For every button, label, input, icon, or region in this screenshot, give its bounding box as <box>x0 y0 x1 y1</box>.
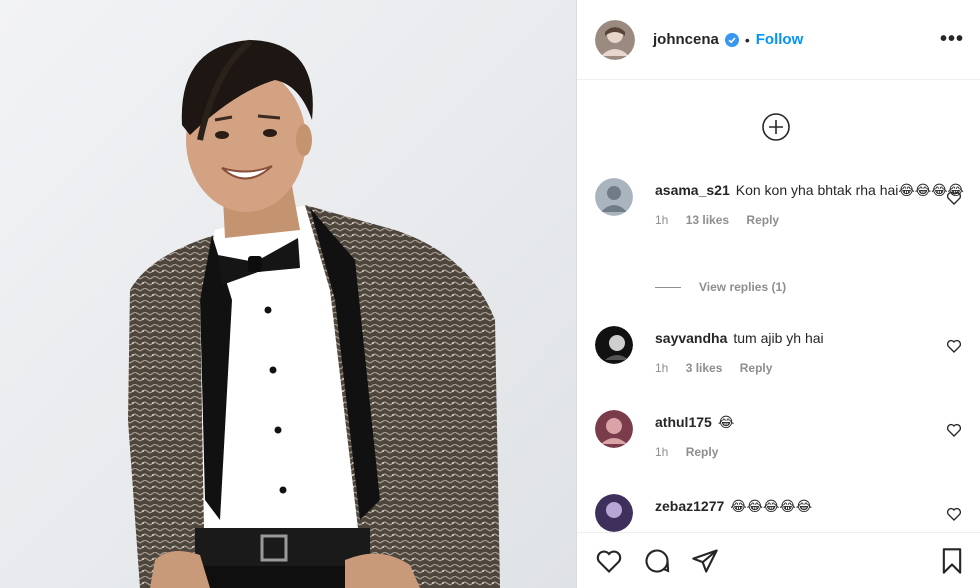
heart-icon[interactable] <box>946 190 962 206</box>
comment-text: Kon kon yha bhtak rha hai😂😂😂😂 <box>735 182 964 198</box>
follow-button[interactable]: Follow <box>756 31 804 48</box>
comments-panel: johncena • Follow ••• asama_s21 Kon kon y… <box>577 0 980 588</box>
comment-item: asama_s21 Kon kon yha bhtak rha hai😂😂😂😂 1… <box>595 178 964 232</box>
verified-badge-icon <box>724 32 739 47</box>
comment-meta: 1h 3 likes Reply <box>655 356 964 380</box>
share-icon[interactable] <box>691 547 719 575</box>
instagram-post: johncena • Follow ••• asama_s21 Kon kon y… <box>0 0 980 588</box>
comment-time[interactable]: 1h <box>655 445 668 459</box>
man-in-sequin-tuxedo-image <box>0 0 576 588</box>
separator-dot: • <box>744 31 750 48</box>
post-actions-bar <box>577 532 980 588</box>
comment-body: athul175 😂 1h Reply <box>655 410 964 464</box>
comment-time[interactable]: 1h <box>655 361 668 375</box>
view-replies-button[interactable]: View replies (1) <box>655 280 786 294</box>
view-replies-line <box>655 286 681 288</box>
comment-meta: 1h Reply <box>655 440 964 464</box>
comment-likes[interactable]: 3 likes <box>686 361 723 375</box>
comment-time[interactable]: 1h <box>655 213 668 227</box>
bookmark-icon[interactable] <box>938 547 966 575</box>
comment-item: zebaz1277 😂😂😂😂😂 <box>595 494 964 532</box>
author-avatar[interactable] <box>595 19 635 60</box>
comment-username[interactable]: asama_s21 <box>655 182 730 198</box>
more-options-button[interactable]: ••• <box>940 28 964 51</box>
comment-username[interactable]: athul175 <box>655 414 712 430</box>
author-username[interactable]: johncena <box>653 31 719 48</box>
comment-text: 😂 <box>717 414 735 430</box>
comment-body: zebaz1277 😂😂😂😂😂 <box>655 494 964 532</box>
plus-circle-icon[interactable] <box>761 112 791 142</box>
commenter-avatar[interactable] <box>595 178 633 216</box>
commenter-avatar[interactable] <box>595 410 633 448</box>
comment-item: athul175 😂 1h Reply <box>595 410 964 464</box>
comment-body: sayvandha tum ajib yh hai 1h 3 likes Repl… <box>655 326 964 380</box>
comment-username[interactable]: zebaz1277 <box>655 498 724 514</box>
reply-button[interactable]: Reply <box>740 361 773 375</box>
like-heart-icon[interactable] <box>595 547 623 575</box>
heart-icon[interactable] <box>946 506 962 522</box>
comment-text: tum ajib yh hai <box>733 330 824 346</box>
comment-icon[interactable] <box>643 547 671 575</box>
heart-icon[interactable] <box>946 422 962 438</box>
view-replies-label: View replies (1) <box>699 280 787 294</box>
comment-meta: 1h 13 likes Reply <box>655 208 964 232</box>
comment-text: 😂😂😂😂😂 <box>730 498 813 514</box>
comment-body: asama_s21 Kon kon yha bhtak rha hai😂😂😂😂 1… <box>655 178 964 232</box>
commenter-avatar[interactable] <box>595 326 633 364</box>
post-photo[interactable] <box>0 0 576 588</box>
reply-button[interactable]: Reply <box>746 213 779 227</box>
comment-item: sayvandha tum ajib yh hai 1h 3 likes Repl… <box>595 326 964 380</box>
heart-icon[interactable] <box>946 338 962 354</box>
comment-likes[interactable]: 13 likes <box>686 213 729 227</box>
commenter-avatar[interactable] <box>595 494 633 532</box>
post-header: johncena • Follow ••• <box>577 0 980 80</box>
reply-button[interactable]: Reply <box>686 445 719 459</box>
comment-username[interactable]: sayvandha <box>655 330 727 346</box>
